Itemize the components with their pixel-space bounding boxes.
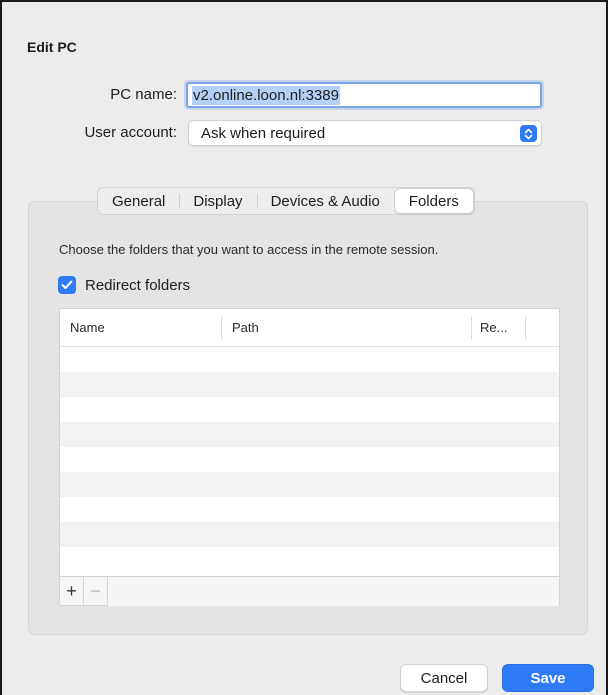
table-row xyxy=(60,522,559,547)
dialog-title: Edit PC xyxy=(27,39,77,55)
table-row xyxy=(60,472,559,497)
table-row xyxy=(60,547,559,572)
column-header-path[interactable]: Path xyxy=(232,320,259,335)
user-account-value: Ask when required xyxy=(201,125,326,142)
checkmark-icon xyxy=(61,280,73,289)
toolbar-spacer xyxy=(108,576,559,606)
column-divider xyxy=(525,317,526,339)
cancel-button[interactable]: Cancel xyxy=(400,664,488,692)
pc-name-label: PC name: xyxy=(110,86,177,103)
chevron-updown-icon xyxy=(520,125,537,142)
tab-devices-audio[interactable]: Devices & Audio xyxy=(256,188,394,214)
redirect-folders-checkbox[interactable] xyxy=(58,276,76,294)
column-divider xyxy=(471,317,472,339)
user-account-label: User account: xyxy=(84,124,177,141)
table-row xyxy=(60,372,559,397)
column-header-redirect[interactable]: Re... xyxy=(480,320,507,335)
edit-pc-dialog: Edit PC PC name: v2.online.loon.nl:3389 … xyxy=(0,0,608,695)
add-folder-button[interactable]: + xyxy=(60,576,84,606)
table-row xyxy=(60,447,559,472)
table-row xyxy=(60,397,559,422)
table-header: Name Path Re... xyxy=(60,309,559,347)
remove-folder-button[interactable]: − xyxy=(84,576,108,606)
tab-general[interactable]: General xyxy=(98,188,179,214)
pc-name-input[interactable]: v2.online.loon.nl:3389 xyxy=(186,82,542,108)
folders-table: Name Path Re... + − xyxy=(59,308,560,606)
tab-bar: General Display Devices & Audio Folders xyxy=(97,187,475,215)
column-header-name[interactable]: Name xyxy=(70,320,105,335)
user-account-select[interactable]: Ask when required xyxy=(188,120,542,146)
folders-description: Choose the folders that you want to acce… xyxy=(59,242,439,257)
column-divider xyxy=(221,317,222,339)
save-button[interactable]: Save xyxy=(502,664,594,692)
tab-folders[interactable]: Folders xyxy=(394,189,473,213)
table-toolbar: + − xyxy=(60,576,559,606)
tab-display[interactable]: Display xyxy=(179,188,256,214)
table-row xyxy=(60,422,559,447)
redirect-folders-option: Redirect folders xyxy=(58,276,190,294)
redirect-folders-label[interactable]: Redirect folders xyxy=(85,277,190,294)
table-row xyxy=(60,497,559,522)
table-row xyxy=(60,347,559,372)
pc-name-value: v2.online.loon.nl:3389 xyxy=(192,86,340,105)
